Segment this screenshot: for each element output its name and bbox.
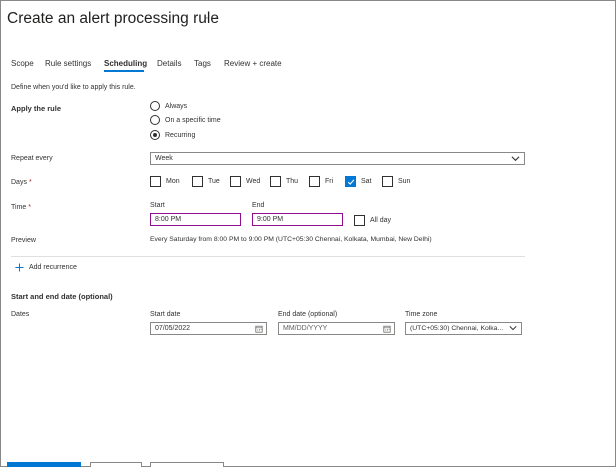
start-time-value: 8:00 PM [155,216,182,223]
day-fri[interactable]: Fri [309,176,333,187]
end-date-label: End date (optional) [278,311,338,318]
day-sat-checkbox[interactable] [345,176,356,187]
day-mon-label: Mon [166,178,180,185]
end-time-label: End [252,202,265,209]
radio-recurring[interactable]: Recurring [150,130,195,140]
checkmark-icon [347,179,354,185]
chevron-down-icon [509,324,517,334]
day-wed-label: Wed [246,178,261,185]
radio-recurring-label: Recurring [165,131,196,139]
day-mon-checkbox[interactable] [150,176,161,187]
time-required-mark: * [28,204,32,211]
day-wed[interactable]: Wed [230,176,260,187]
radio-specific-time-circle[interactable] [150,115,160,125]
day-tue-label: Tue [208,178,220,185]
window-frame [0,0,616,467]
time-zone-dropdown[interactable]: (UTC+05:30) Chennai, Kolka... [405,322,522,335]
radio-specific-time-label: On a specific time [165,116,221,124]
day-sat[interactable]: Sat [345,176,372,187]
day-sun[interactable]: Sun [382,176,410,187]
tab-rule-settings[interactable]: Rule settings [45,59,91,68]
preview-label: Preview [11,237,36,244]
start-time-label: Start [150,202,165,209]
section-divider [11,256,525,257]
day-tue[interactable]: Tue [192,176,220,187]
start-date-value: 07/05/2022 [155,325,191,332]
active-tab-indicator [104,70,144,72]
radio-always-label: Always [165,102,188,110]
calendar-icon[interactable] [255,325,263,335]
tertiary-footer-button[interactable] [150,462,224,467]
plus-icon [15,263,24,272]
all-day-toggle[interactable]: All day [354,215,391,226]
day-thu[interactable]: Thu [270,176,298,187]
end-date-placeholder: MM/DD/YYYY [283,325,328,332]
preview-text: Every Saturday from 8:00 PM to 9:00 PM (… [150,236,432,243]
calendar-icon[interactable] [383,325,391,335]
radio-always[interactable]: Always [150,101,187,111]
day-sun-checkbox[interactable] [382,176,393,187]
start-date-input[interactable]: 07/05/2022 [150,322,267,335]
tab-review-create[interactable]: Review + create [224,59,282,68]
day-fri-checkbox[interactable] [309,176,320,187]
add-recurrence-button[interactable]: Add recurrence [15,263,77,272]
primary-footer-button[interactable] [7,462,81,467]
apply-rule-label: Apply the rule [11,104,62,113]
time-label: Time * [11,204,32,211]
secondary-footer-button[interactable] [90,462,142,467]
start-time-input[interactable]: 8:00 PM [150,213,241,226]
more-options-button[interactable]: ··· [205,12,219,24]
tab-details[interactable]: Details [157,59,181,68]
end-time-input[interactable]: 9:00 PM [252,213,343,226]
day-mon[interactable]: Mon [150,176,180,187]
scheduling-description: Define when you'd like to apply this rul… [11,84,136,91]
tab-tags[interactable]: Tags [194,59,211,68]
start-date-label: Start date [150,311,181,318]
days-required-mark: * [28,179,32,186]
day-fri-label: Fri [325,178,334,185]
repeat-every-dropdown[interactable]: Week [150,152,525,165]
chevron-down-icon [511,154,520,165]
day-wed-checkbox[interactable] [230,176,241,187]
radio-always-circle[interactable] [150,101,160,111]
end-time-value: 9:00 PM [257,216,284,223]
time-zone-label: Time zone [405,311,438,318]
radio-specific-time[interactable]: On a specific time [150,115,221,125]
end-date-input[interactable]: MM/DD/YYYY [278,322,395,335]
repeat-every-label: Repeat every [11,155,53,162]
dates-section-heading: Start and end date (optional) [11,292,113,301]
day-sat-label: Sat [361,178,372,185]
radio-recurring-circle[interactable] [150,130,160,140]
time-zone-value: (UTC+05:30) Chennai, Kolka... [410,325,504,332]
repeat-every-value: Week [155,155,173,162]
dates-label: Dates [11,311,30,318]
page-title: Create an alert processing rule [7,10,219,27]
day-thu-checkbox[interactable] [270,176,281,187]
tab-scheduling[interactable]: Scheduling [104,59,147,68]
tab-scope[interactable]: Scope [11,59,34,68]
day-sun-label: Sun [398,178,411,185]
all-day-checkbox[interactable] [354,215,365,226]
all-day-label: All day [370,217,392,224]
day-tue-checkbox[interactable] [192,176,203,187]
days-label: Days * [11,179,32,186]
day-thu-label: Thu [286,178,299,185]
add-recurrence-label: Add recurrence [29,264,77,271]
